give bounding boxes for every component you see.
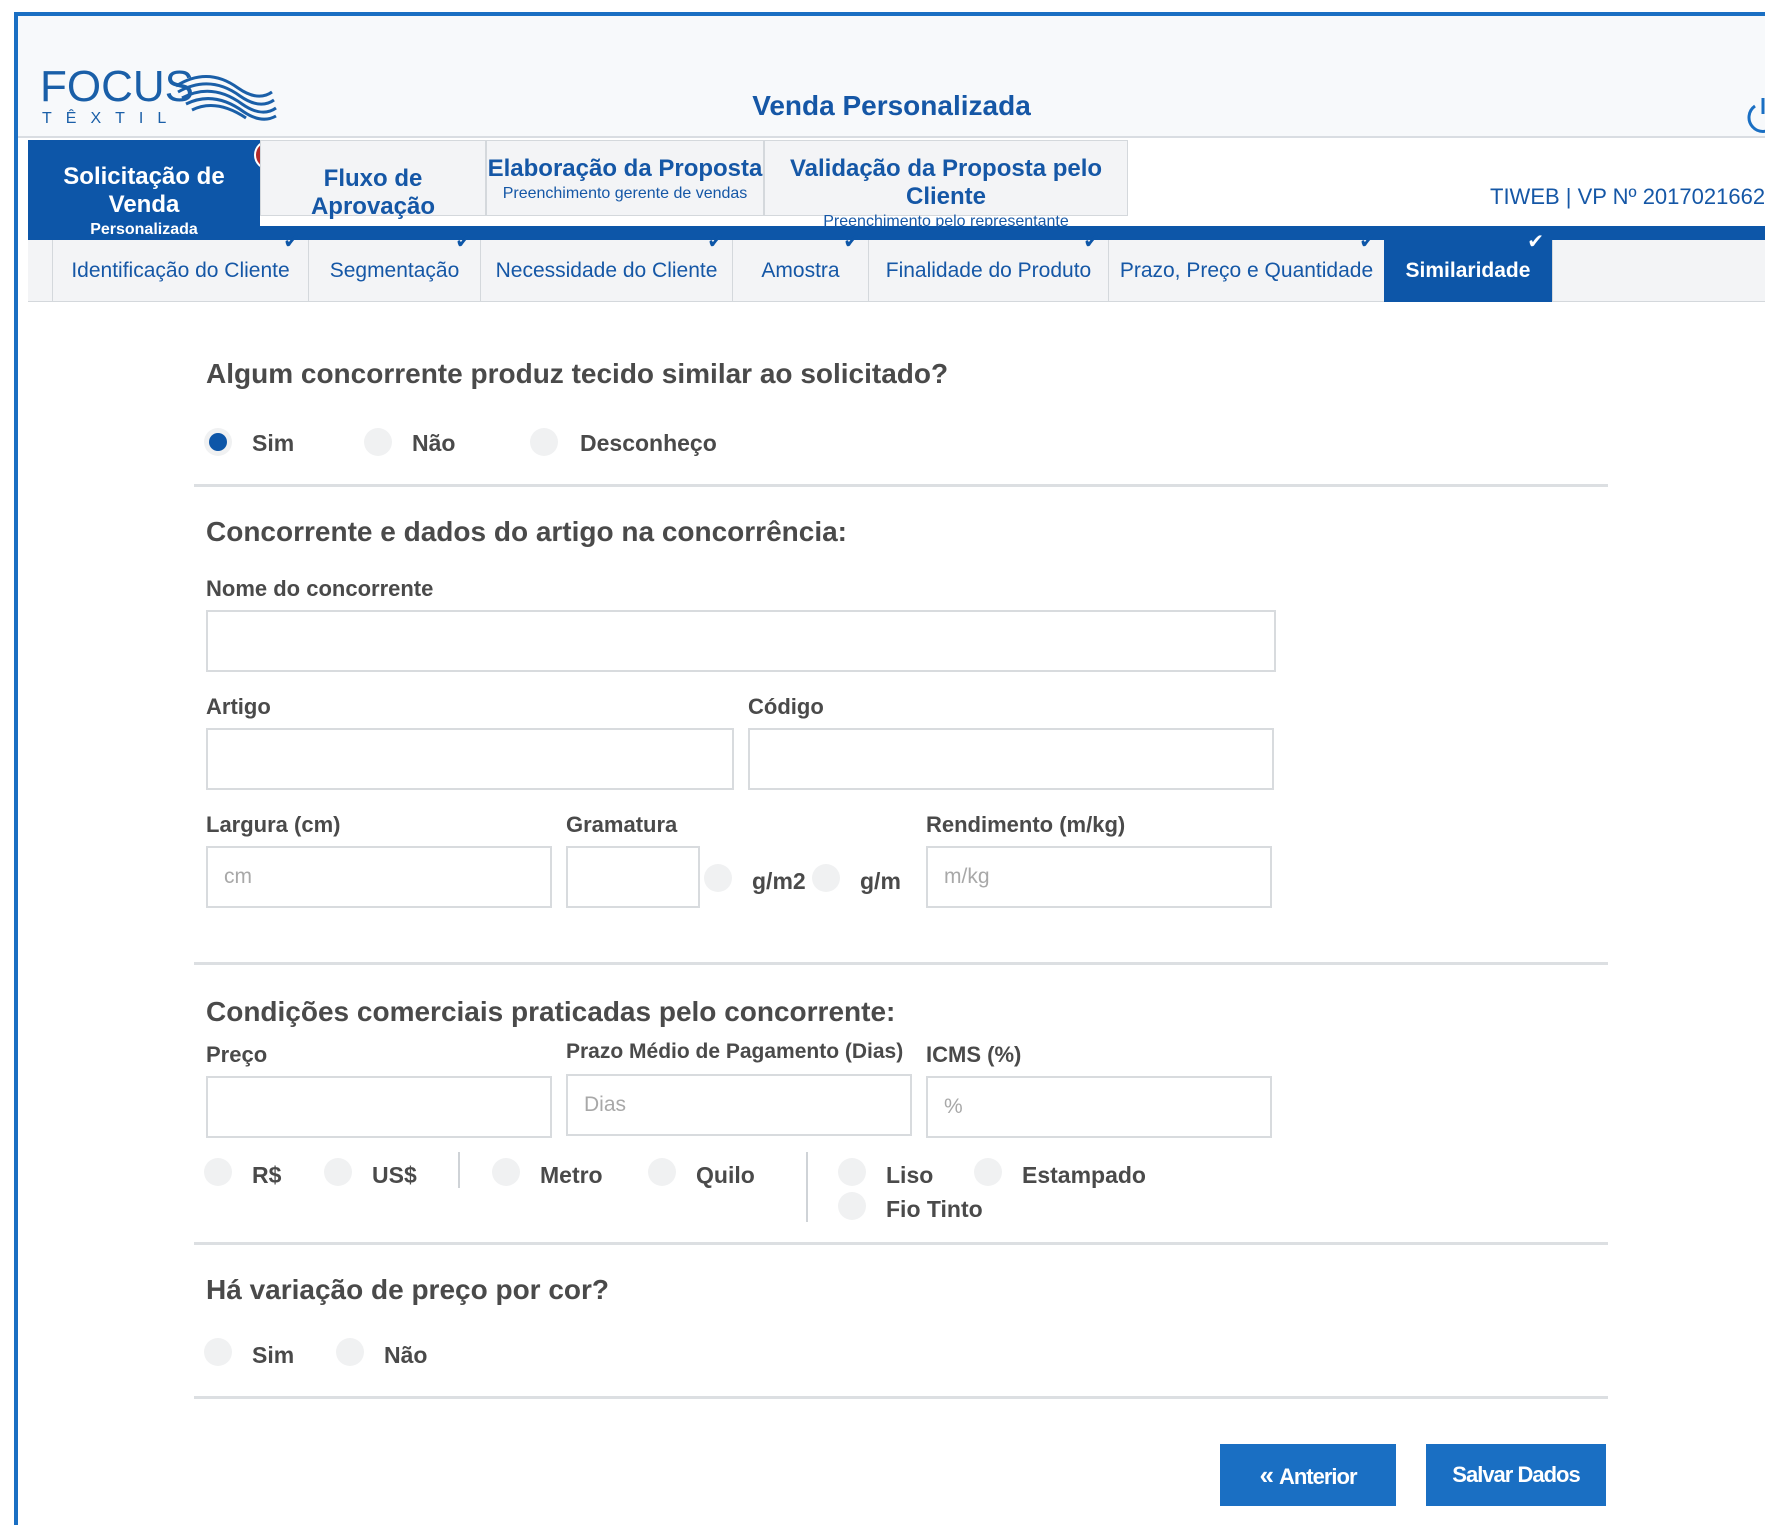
radio-gram-g-m2[interactable]: [704, 864, 732, 892]
gramatura-label: Gramatura: [566, 812, 678, 837]
previous-button-label: Anterior: [1278, 1464, 1358, 1489]
radio-q1-nao[interactable]: [364, 428, 392, 456]
radio-label: Sim: [252, 430, 295, 456]
tab-solicitacao-venda[interactable]: Solicitação de Venda Personalizada: [28, 140, 260, 238]
tab-title: Elaboração da Proposta: [487, 155, 763, 182]
gramatura-input[interactable]: [566, 846, 700, 908]
question-price-by-color: Há variação de preço por cor?: [206, 1274, 610, 1305]
radio-q1-desconheco[interactable]: [530, 428, 558, 456]
icms-label: ICMS (%): [926, 1042, 1022, 1067]
check-icon: ✔: [707, 231, 724, 253]
largura-label: Largura (cm): [206, 812, 341, 837]
codigo-input[interactable]: [748, 728, 1274, 790]
radio-label: R$: [252, 1162, 282, 1188]
prazo-input[interactable]: [566, 1074, 912, 1136]
radio-currency-brl[interactable]: [204, 1158, 232, 1186]
radio-gram-g-m[interactable]: [812, 864, 840, 892]
radio-label: Quilo: [696, 1162, 755, 1188]
separator: [458, 1152, 460, 1188]
radio-label: Não: [384, 1342, 428, 1368]
subtab-label: Identificação do Cliente: [71, 259, 290, 282]
check-icon: ✔: [283, 231, 300, 253]
separator: [806, 1152, 808, 1222]
radio-label: g/m2: [752, 868, 806, 894]
prazo-label: Prazo Médio de Pagamento (Dias): [566, 1040, 904, 1063]
vp-number: TIWEB | VP Nº 2017021662: [1490, 184, 1765, 209]
radio-q2-sim[interactable]: [204, 1338, 232, 1366]
radio-q2-nao[interactable]: [336, 1338, 364, 1366]
radio-type-estampado[interactable]: [974, 1158, 1002, 1186]
sub-tabs: Identificação do Cliente ✔ Segmentação ✔…: [28, 232, 1765, 302]
check-icon: ✔: [843, 231, 860, 253]
icms-input[interactable]: [926, 1076, 1272, 1138]
subtab-finalidade-produto[interactable]: Finalidade do Produto ✔: [868, 232, 1108, 302]
subtab-label: Similaridade: [1405, 259, 1531, 282]
app-title: Venda Personalizada: [752, 90, 1031, 121]
tab-validacao-proposta[interactable]: Validação da Proposta pelo Cliente Preen…: [764, 140, 1128, 230]
preco-input[interactable]: [206, 1076, 552, 1138]
artigo-label: Artigo: [206, 694, 271, 719]
subtab-similaridade[interactable]: Similaridade ✔: [1384, 232, 1552, 302]
divider: [194, 1242, 1608, 1245]
tab-title: Fluxo de Aprovação: [310, 165, 436, 220]
subtab-next: [1552, 240, 1765, 302]
radio-label: Sim: [252, 1342, 295, 1368]
radio-label: Metro: [540, 1162, 603, 1188]
subtab-segmentacao[interactable]: Segmentação ✔: [308, 232, 480, 302]
check-icon: ✔: [455, 231, 472, 253]
tab-subtitle: Preenchimento gerente de vendas: [502, 185, 748, 202]
question-similar-competitor: Algum concorrente produz tecido similar …: [206, 358, 949, 389]
tab-subtitle: Personalizada: [90, 221, 198, 238]
radio-type-fio-tinto[interactable]: [838, 1192, 866, 1220]
check-icon: ✔: [1083, 231, 1100, 253]
section-competitor-title: Concorrente e dados do artigo na concorr…: [206, 516, 848, 547]
app-frame: FOCUS TÊXTIL Venda Personalizada Solicit…: [14, 12, 1765, 1525]
radio-label: Liso: [886, 1162, 934, 1188]
radio-label: Estampado: [1022, 1162, 1146, 1188]
tab-fluxo-aprovacao[interactable]: Fluxo de Aprovação: [260, 140, 486, 220]
divider: [194, 1396, 1608, 1399]
subtab-identificacao-cliente[interactable]: Identificação do Cliente ✔: [52, 232, 308, 302]
subtab-label: Segmentação: [329, 259, 460, 282]
section-commercial-title: Condições comerciais praticadas pelo con…: [206, 996, 896, 1027]
divider: [194, 484, 1608, 487]
subtab-prazo-preco-quantidade[interactable]: Prazo, Preço e Quantidade ✔: [1108, 232, 1384, 302]
subtab-label: Prazo, Preço e Quantidade: [1119, 259, 1374, 282]
largura-input[interactable]: [206, 846, 552, 908]
power-icon[interactable]: [1743, 94, 1765, 134]
radio-unit-metro[interactable]: [492, 1158, 520, 1186]
radio-type-liso[interactable]: [838, 1158, 866, 1186]
double-chevron-left-icon: «: [1259, 1460, 1274, 1490]
tab-title: Solicitação de Venda: [63, 163, 225, 218]
previous-button[interactable]: «Anterior: [1220, 1444, 1396, 1506]
artigo-input[interactable]: [206, 728, 734, 790]
tab-elaboracao-proposta[interactable]: Elaboração da Proposta Preenchimento ger…: [486, 140, 764, 216]
radio-q1-sim[interactable]: [204, 428, 232, 456]
save-button[interactable]: Salvar Dados: [1426, 1444, 1606, 1506]
tab-subtitle: Preenchimento pelo representante: [823, 213, 1069, 230]
radio-label: Desconheço: [580, 430, 717, 456]
subtab-necessidade-cliente[interactable]: Necessidade do Cliente ✔: [480, 232, 732, 302]
header: FOCUS TÊXTIL Venda Personalizada: [18, 16, 1765, 138]
subtab-label: Necessidade do Cliente: [495, 259, 718, 282]
tab-title: Validação da Proposta pelo Cliente: [789, 155, 1103, 210]
preco-label: Preço: [206, 1042, 268, 1067]
subtab-amostra[interactable]: Amostra ✔: [732, 232, 868, 302]
competitor-name-input[interactable]: [206, 610, 1276, 672]
check-icon: ✔: [1527, 231, 1544, 253]
radio-label: US$: [372, 1162, 417, 1188]
radio-currency-usd[interactable]: [324, 1158, 352, 1186]
radio-label: Fio Tinto: [886, 1196, 983, 1222]
rendimento-input[interactable]: [926, 846, 1272, 908]
check-icon: ✔: [1359, 231, 1376, 253]
subtab-label: Amostra: [761, 259, 840, 282]
subtab-label: Finalidade do Produto: [885, 259, 1092, 282]
radio-label: g/m: [860, 868, 901, 894]
divider: [194, 962, 1608, 965]
codigo-label: Código: [748, 694, 824, 719]
rendimento-label: Rendimento (m/kg): [926, 812, 1126, 837]
competitor-name-label: Nome do concorrente: [206, 576, 434, 601]
radio-unit-quilo[interactable]: [648, 1158, 676, 1186]
radio-label: Não: [412, 430, 456, 456]
